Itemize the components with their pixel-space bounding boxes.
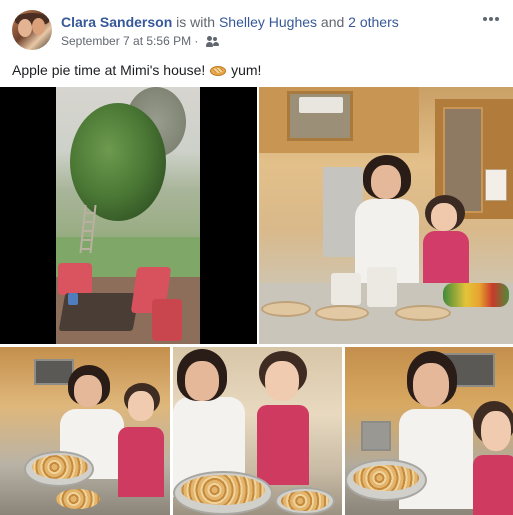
avatar-face-left xyxy=(18,19,32,37)
sliced-apples xyxy=(353,465,419,491)
avatar-face-right xyxy=(32,18,45,35)
girl xyxy=(473,455,513,515)
sliced-apples xyxy=(32,455,88,479)
tagged-person-link[interactable]: Shelley Hughes xyxy=(219,14,317,30)
fruit-bowl xyxy=(443,283,509,307)
facebook-post: Clara Sanderson is with Shelley Hughes a… xyxy=(0,0,513,515)
post-title-line: Clara Sanderson is with Shelley Hughes a… xyxy=(61,13,399,31)
girl xyxy=(118,427,164,497)
girl xyxy=(257,405,309,485)
pie-emoji-icon xyxy=(210,64,227,77)
message-text-after: yum! xyxy=(231,62,262,78)
backyard-scene xyxy=(56,87,200,344)
author-avatar[interactable] xyxy=(12,10,52,50)
post-photo-5[interactable] xyxy=(345,347,513,515)
post-photo-3[interactable] xyxy=(0,347,170,515)
friends-icon[interactable] xyxy=(205,36,219,48)
with-text: is with xyxy=(176,14,216,30)
more-options-icon[interactable] xyxy=(481,14,501,24)
and-text: and xyxy=(320,14,345,30)
post-photo-1[interactable] xyxy=(0,87,257,344)
patio-chair xyxy=(152,299,182,341)
pie-crust xyxy=(315,305,369,321)
post-header: Clara Sanderson is with Shelley Hughes a… xyxy=(12,10,501,52)
pie-crust xyxy=(395,305,451,321)
others-link[interactable]: 2 others xyxy=(348,14,399,30)
author-name-link[interactable]: Clara Sanderson xyxy=(61,14,172,30)
girl xyxy=(423,231,469,291)
apple-tree xyxy=(70,103,166,221)
post-meta: September 7 at 5:56 PM · xyxy=(61,33,219,49)
message-text-before: Apple pie time at Mimi's house! xyxy=(12,62,206,78)
sliced-apples xyxy=(181,475,265,505)
post-message: Apple pie time at Mimi's house! yum! xyxy=(12,61,261,79)
post-timestamp-link[interactable]: September 7 at 5:56 PM xyxy=(61,34,191,48)
post-photo-4[interactable] xyxy=(173,347,342,515)
pie-crust xyxy=(261,301,311,317)
meta-separator: · xyxy=(194,34,199,48)
post-photo-2[interactable] xyxy=(259,87,513,344)
patio-chair xyxy=(58,263,92,295)
